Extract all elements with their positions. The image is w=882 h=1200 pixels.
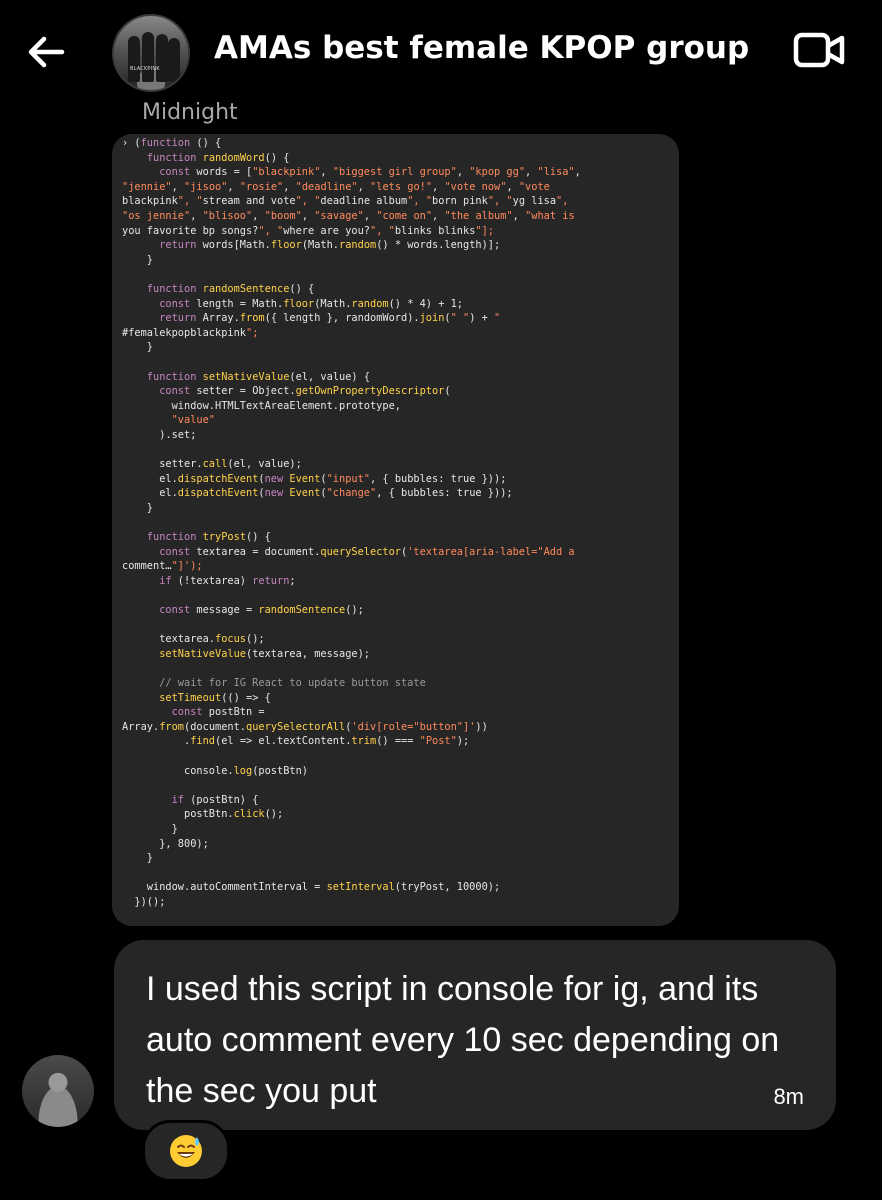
code-line: › (function () { [122,137,222,149]
group-avatar[interactable]: BLACKPINK [112,14,190,92]
code-line: "jennie", "jisoo", "rosie", "deadline", … [122,180,550,193]
code-line: } [122,852,153,865]
video-call-icon [793,32,845,68]
code-line: function randomWord() { [146,151,290,164]
code-line: } [122,253,153,266]
code-line: window.HTMLTextAreaElement.prototype, [122,399,401,412]
code-line: const textarea = document.querySelector(… [159,545,575,558]
code-line: el.dispatchEvent(new Event("change", { b… [122,487,513,500]
code-line: "os jennie", "blisoo", "boom", "savage",… [122,209,575,222]
message-text: I used this script in console for ig, an… [146,970,780,1110]
code-line: const setter = Object.getOwnPropertyDesc… [159,385,451,398]
code-line: textarea.focus(); [122,633,265,646]
message-timestamp: 8m [773,1084,804,1109]
code-line: setter.call(el, value); [122,458,302,471]
code-line: Array.from(document.querySelectorAll('di… [122,720,488,733]
code-line: "value" [171,414,216,427]
code-line: function tryPost() { [146,531,271,544]
code-line: #femalekpopblackpink"; [122,326,259,339]
arrow-left-icon [28,36,65,68]
back-button[interactable] [22,28,70,76]
code-line: }, 800); [122,837,209,850]
sender-name: Midnight [142,100,238,125]
code-line: function randomSentence() { [146,282,315,295]
code-line: const words = ["blackpink", "biggest gir… [159,166,581,179]
code-line: console.log(postBtn) [122,764,308,777]
code-line: const postBtn = [171,706,265,719]
code-line: setTimeout(() => { [159,691,271,704]
message-reaction[interactable] [142,1120,230,1182]
code-line: } [122,341,153,354]
code-line: setNativeValue(textarea, message); [159,647,370,660]
code-line: comment…"]'); [122,560,203,573]
video-call-button[interactable] [790,30,848,70]
chat-title[interactable]: AMAs best female KPOP group [214,30,749,66]
group-avatar-logo: BLACKPINK [130,66,160,72]
code-line: const length = Math.floor(Math.random() … [159,297,464,310]
code-line: })(); [122,895,166,908]
code-block: › (function () { function randomWord() {… [112,134,679,909]
code-line: window.autoCommentInterval = setInterval… [122,881,501,894]
code-line: } [122,501,153,514]
code-line: if (postBtn) { [171,793,259,806]
message-bubble[interactable]: I used this script in console for ig, an… [114,940,836,1130]
code-line: return Array.from({ length }, randomWord… [159,312,501,325]
code-line: ).set; [122,428,197,441]
code-line: .find(el => el.textContent.trim() === "P… [122,735,470,748]
code-line: postBtn.click(); [122,808,284,821]
code-line: // wait for IG React to update button st… [122,676,426,689]
code-line: if (!textarea) return; [159,574,296,587]
sender-avatar[interactable] [22,1055,94,1127]
code-line: function setNativeValue(el, value) { [146,370,371,383]
code-line: blackpink", "stream and vote", "deadline… [122,195,569,208]
code-line: el.dispatchEvent(new Event("input", { bu… [122,472,507,485]
code-line: const message = randomSentence(); [159,604,364,616]
code-line: you favorite bp songs?", "where are you?… [122,224,495,237]
code-line: return words[Math.floor(Math.random() * … [159,239,501,252]
code-line: } [122,822,178,835]
code-screenshot-message[interactable]: › (function () { function randomWord() {… [112,134,679,926]
sweat-smile-emoji-icon [170,1135,202,1167]
